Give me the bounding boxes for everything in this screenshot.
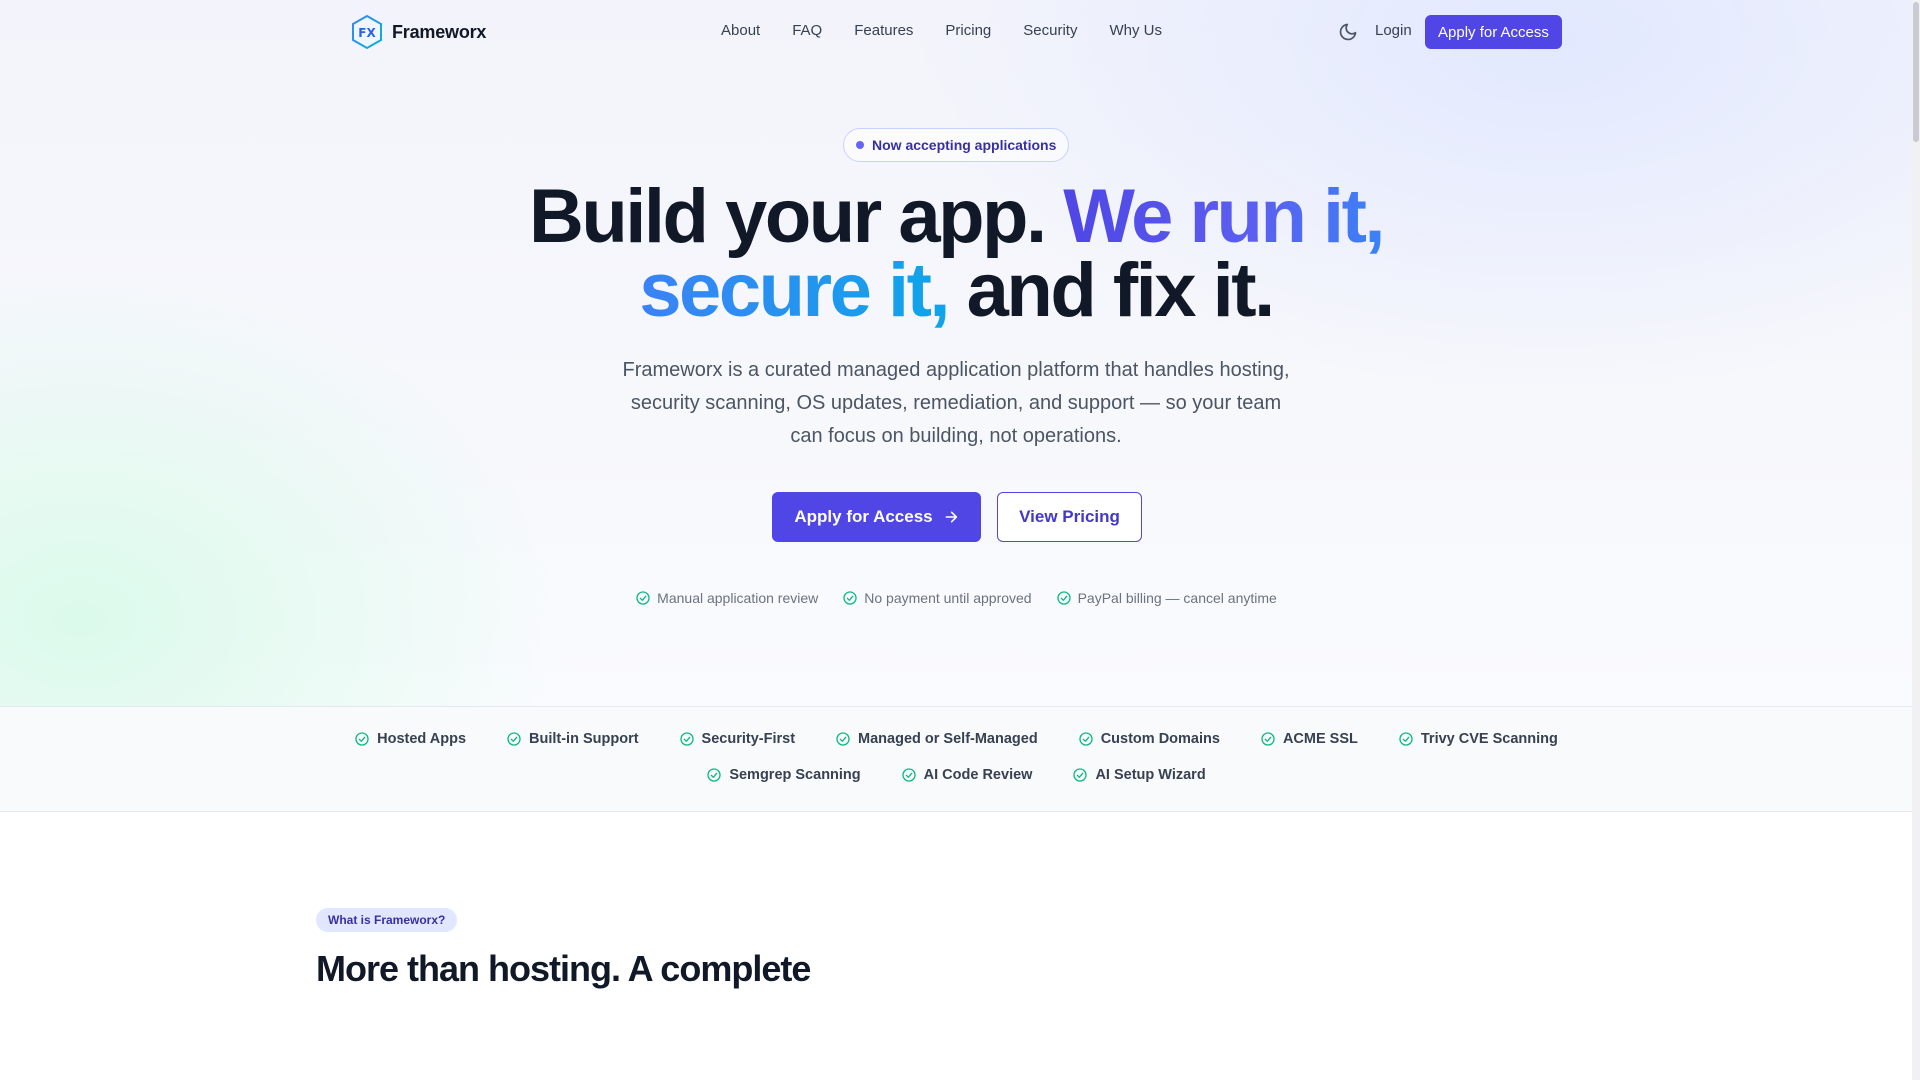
check-circle-icon [1399, 732, 1413, 746]
section-tag: What is Frameworx? [316, 908, 458, 932]
hero-subtext: Frameworx is a curated managed applicati… [622, 359, 1290, 447]
check-circle-icon [707, 768, 721, 782]
page-scrollbar[interactable] [1912, 0, 1920, 1080]
view-pricing-button[interactable]: View Pricing [997, 492, 1142, 542]
feature-item: Built-in Support [506, 731, 639, 747]
headline-part-4: and fix it. [948, 248, 1276, 333]
feature-row: Semgrep Scanning AI Code Review AI Setup… [0, 767, 1912, 783]
status-pill: Now accepting applications [843, 128, 1070, 162]
check-circle-icon [1079, 732, 1093, 746]
brand-mark: FX [358, 26, 376, 40]
hexagon-logo-icon: FX [352, 14, 382, 50]
nav-link-faq[interactable]: FAQ [792, 22, 822, 39]
headline-part-1: Build your app. [528, 174, 1064, 259]
top-nav: FX Frameworx About FAQ Features Pricing … [0, 0, 1912, 64]
nav-link-about[interactable]: About [721, 22, 760, 39]
check-circle-icon [1073, 768, 1088, 782]
brand-name: Frameworx [392, 21, 487, 42]
feature-label: AI Code Review [923, 767, 1033, 783]
feature-item: Semgrep Scanning [706, 767, 861, 783]
login-link[interactable]: Login [1375, 22, 1412, 39]
check-circle-icon [836, 732, 850, 746]
nav-link-why-us[interactable]: Why Us [1109, 22, 1162, 39]
feature-item: Security-First [679, 731, 795, 747]
assurance-text: Manual application review [657, 590, 819, 606]
feature-strip: Hosted Apps Built-in Support Security-Fi… [0, 706, 1912, 812]
assurance-text: No payment until approved [864, 590, 1032, 606]
feature-item: Hosted Apps [354, 731, 466, 747]
feature-item: Custom Domains [1078, 731, 1220, 747]
assurance-text: PayPal billing — cancel anytime [1077, 590, 1277, 606]
check-circle-icon [679, 732, 694, 746]
feature-label: Hosted Apps [377, 731, 467, 747]
check-circle-icon [843, 591, 857, 605]
check-circle-icon [901, 768, 916, 782]
feature-label: Semgrep Scanning [729, 767, 861, 783]
hero-headline: Build your app. We run it, secure it, an… [0, 179, 1912, 329]
apply-for-access-button[interactable]: Apply for Access [772, 492, 981, 542]
feature-label: Security-First [701, 731, 796, 747]
check-circle-icon [355, 732, 369, 746]
feature-label: ACME SSL [1282, 731, 1358, 747]
check-circle-icon [636, 591, 650, 605]
headline-part-3: secure it, [639, 248, 950, 333]
nav-apply-button[interactable]: Apply for Access [1425, 15, 1562, 49]
feature-label: Trivy CVE Scanning [1420, 731, 1558, 747]
headline-part-2: We run it, [1063, 174, 1385, 259]
feature-item: AI Code Review [901, 767, 1033, 783]
feature-label: Custom Domains [1100, 731, 1220, 747]
check-circle-icon [1056, 591, 1071, 605]
status-pill-text: Now accepting applications [872, 137, 1057, 153]
feature-label: Managed or Self-Managed [858, 731, 1038, 747]
arrow-right-icon [945, 511, 957, 523]
feature-item: AI Setup Wizard [1072, 767, 1206, 783]
assurance-item: Manual application review [635, 590, 818, 606]
apply-button-label: Apply for Access [794, 507, 933, 526]
feature-item: Managed or Self-Managed [835, 731, 1038, 747]
nav-link-pricing[interactable]: Pricing [945, 22, 991, 39]
nav-link-security[interactable]: Security [1023, 22, 1077, 39]
brand-logo-link[interactable]: FX Frameworx [350, 14, 486, 50]
check-circle-icon [1261, 732, 1275, 746]
feature-label: Built-in Support [529, 731, 639, 747]
assurance-item: PayPal billing — cancel anytime [1056, 590, 1277, 606]
dot-icon [856, 141, 864, 149]
assurance-item: No payment until approved [842, 590, 1032, 606]
feature-item: ACME SSL [1260, 731, 1358, 747]
nav-link-features[interactable]: Features [854, 22, 913, 39]
feature-row: Hosted Apps Built-in Support Security-Fi… [0, 731, 1912, 747]
feature-item: Trivy CVE Scanning [1398, 731, 1558, 747]
scrollbar-thumb[interactable] [1913, 2, 1919, 142]
moon-icon[interactable] [1338, 22, 1358, 42]
check-circle-icon [507, 732, 521, 746]
section-title: More than hosting. A complete [316, 948, 811, 989]
assurance-list: Manual application review No payment unt… [0, 590, 1912, 606]
nav-links: About FAQ Features Pricing Security Why … [721, 22, 1162, 39]
feature-label: AI Setup Wizard [1095, 767, 1206, 783]
